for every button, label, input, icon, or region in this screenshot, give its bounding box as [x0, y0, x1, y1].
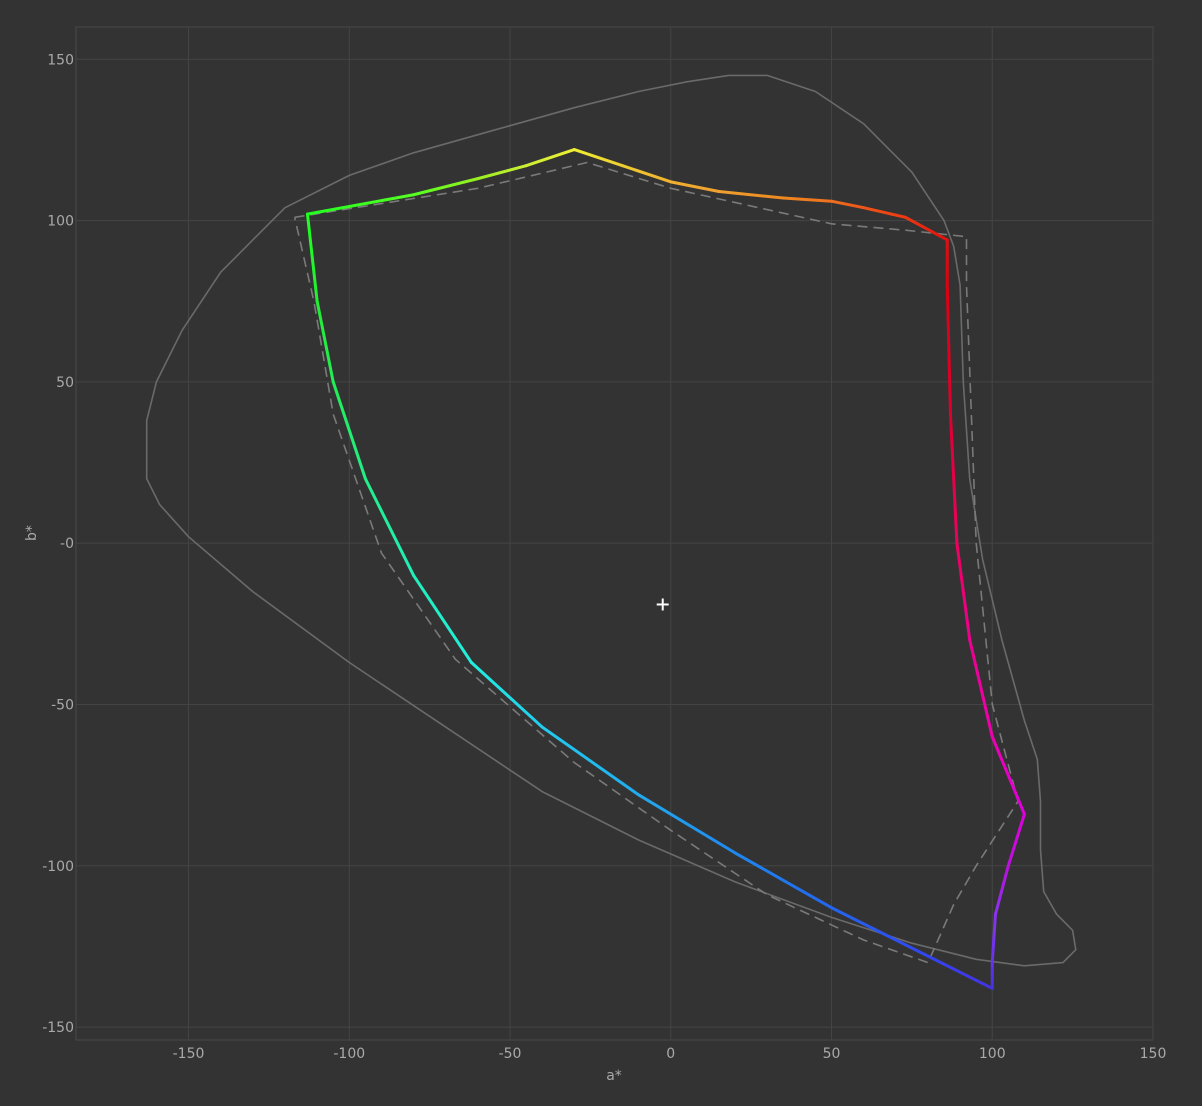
x-tick-label: 150 [1140, 1046, 1167, 1062]
x-tick-label: -100 [333, 1046, 365, 1062]
spectral-gamut-segment [862, 206, 907, 219]
x-tick-label: 50 [823, 1046, 841, 1062]
chart-area: -150 -100 -50 0 50 100 150 150 100 50 -0 -50 -100 -15… [0, 0, 1202, 1101]
x-tick-label: 100 [979, 1046, 1006, 1062]
y-tick-label: -50 [51, 697, 74, 713]
spectral-gamut-segment [993, 864, 1010, 916]
gamut-chart: -150 -100 -50 0 50 100 150 150 100 50 -0 -50 -100 -15… [24, 26, 1167, 1084]
spectral-gamut-segment [540, 725, 641, 797]
y-tick-label: -100 [42, 859, 74, 875]
spectral-gamut-segment [469, 661, 544, 729]
reference-gamut-dashed-line [293, 161, 1019, 964]
spectral-gamut-segment [621, 164, 673, 184]
spectral-gamut-segment [945, 283, 952, 416]
spectral-gamut-segment [1006, 812, 1026, 868]
spectral-gamut-segment [948, 412, 959, 545]
spectral-gamut-segment [305, 212, 319, 303]
spectral-gamut-segment [637, 793, 737, 855]
spectral-gamut-segment [968, 638, 994, 739]
y-tick-label: 150 [47, 52, 74, 68]
y-tick-label: -0 [60, 536, 74, 552]
y-tick-label: 50 [56, 375, 74, 391]
spectral-gamut-segment [990, 735, 1026, 816]
series-layer [145, 74, 1077, 990]
x-tick-label: -150 [173, 1046, 205, 1062]
plot-frame [75, 26, 1154, 1041]
x-axis-label: a* [606, 1068, 622, 1084]
spectral-gamut-segment [476, 164, 528, 181]
x-tick-label: 0 [666, 1046, 675, 1062]
y-tick-label: -150 [42, 1020, 74, 1036]
marker-layer [656, 598, 669, 611]
spectral-gamut-segment [955, 541, 972, 642]
grid-lines [76, 27, 1154, 1040]
y-axis-label: b* [24, 525, 40, 541]
spectral-gamut-segment [524, 148, 576, 168]
x-tick-label: -50 [499, 1046, 522, 1062]
spectral-gamut-segment [717, 190, 785, 200]
spectral-gamut-segment [305, 193, 416, 216]
y-tick-label: 100 [47, 214, 74, 230]
spectral-gamut-segment [830, 199, 866, 210]
spectral-gamut-segment [412, 177, 480, 197]
spectral-gamut-segment [412, 573, 473, 665]
visible-gamut-outline [145, 74, 1077, 967]
spectral-gamut-segment [781, 196, 834, 203]
